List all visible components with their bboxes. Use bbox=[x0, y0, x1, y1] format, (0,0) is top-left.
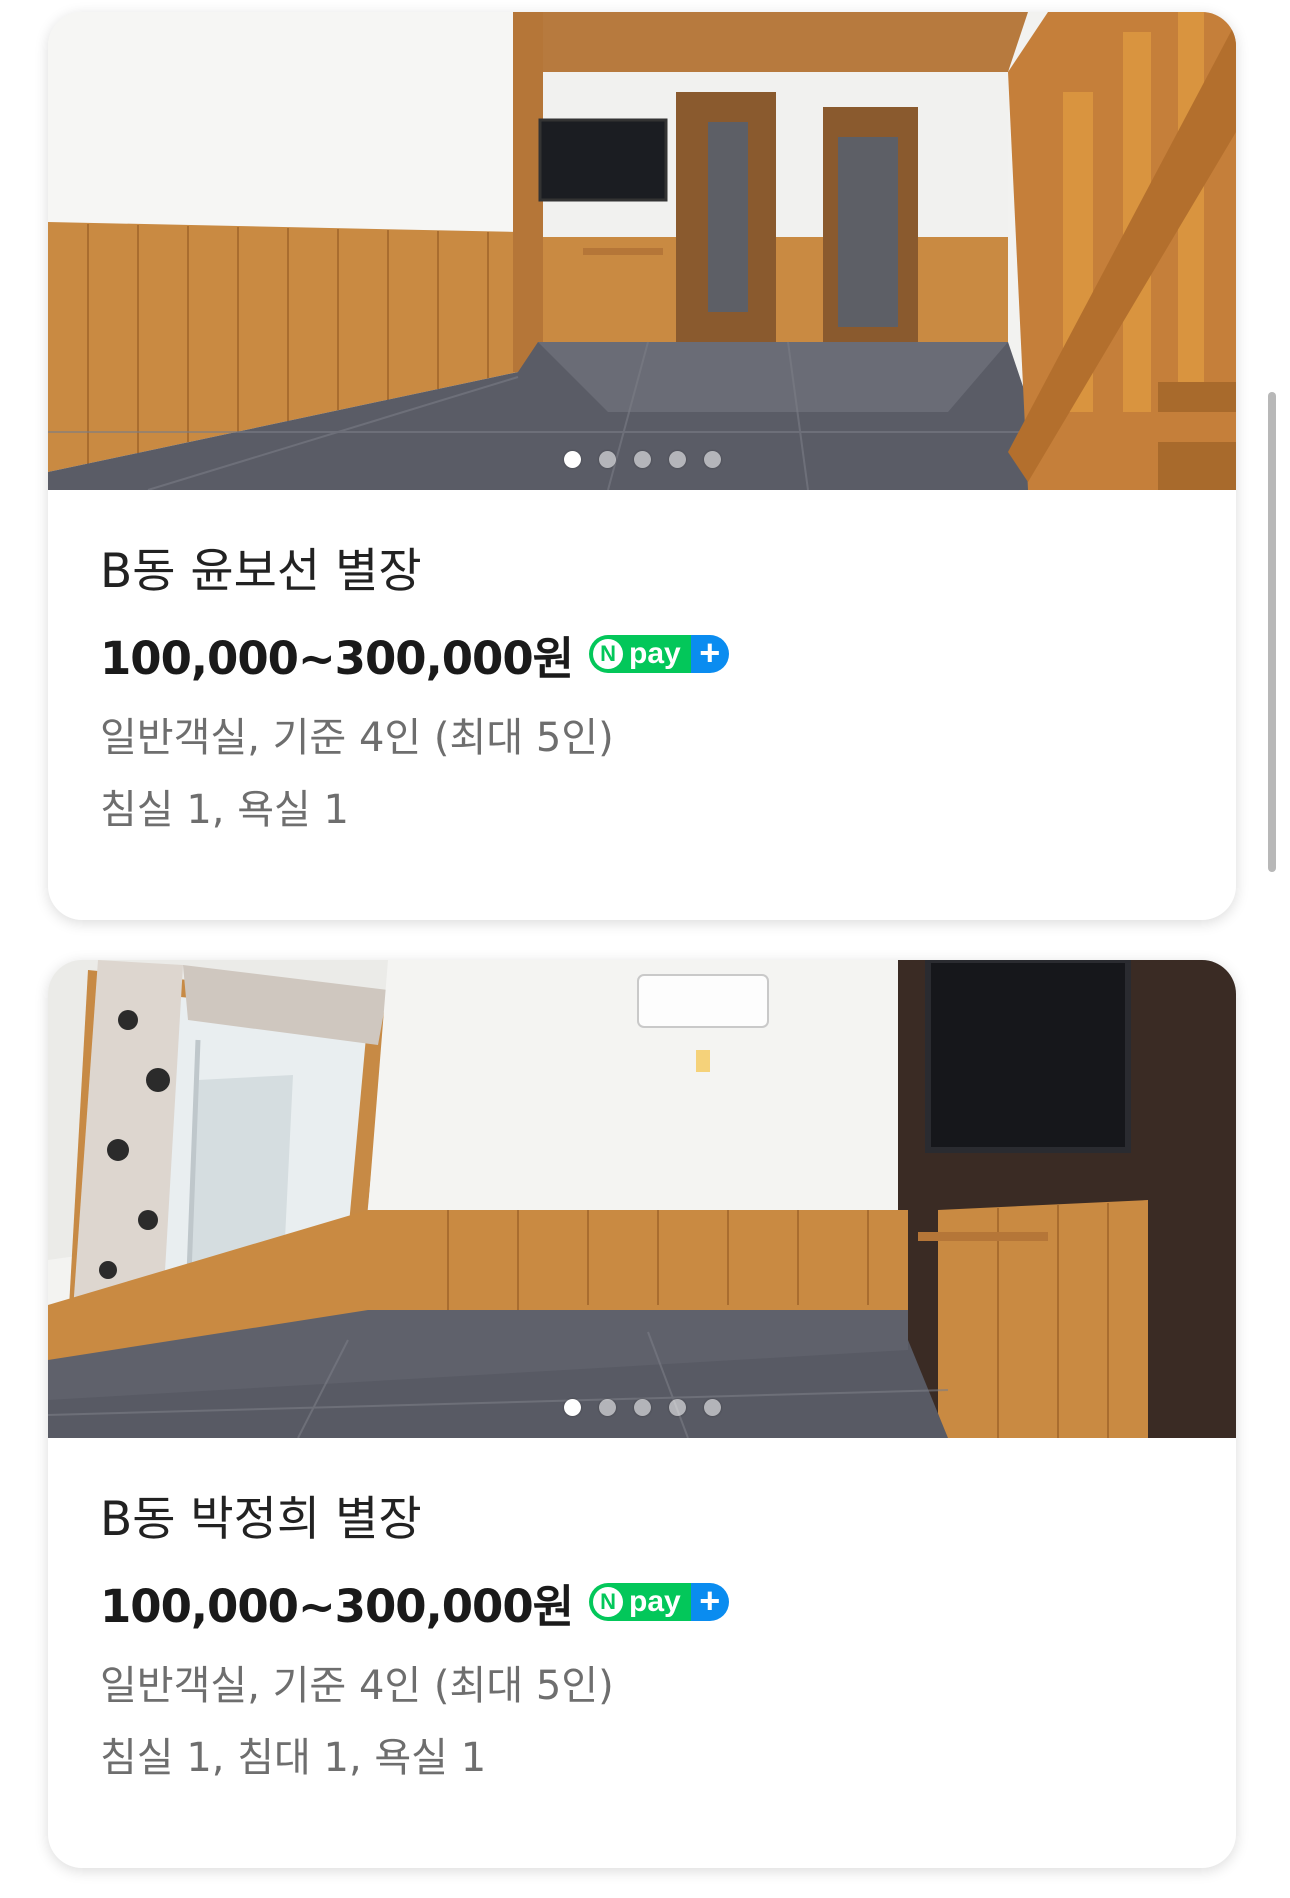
room-price: 100,000~300,000원 bbox=[100, 631, 574, 685]
naver-n-icon: N bbox=[593, 639, 624, 669]
carousel-dot[interactable] bbox=[598, 1399, 616, 1416]
room-info: B동 윤보선 별장 100,000~300,000원 N pay + 일반객실,… bbox=[48, 490, 1236, 836]
npay-label: pay bbox=[629, 637, 681, 670]
room-title[interactable]: B동 박정희 별장 bbox=[100, 1490, 1236, 1550]
npay-badge-body: N pay bbox=[589, 1583, 691, 1621]
room-card[interactable]: B동 윤보선 별장 100,000~300,000원 N pay + 일반객실,… bbox=[48, 12, 1236, 920]
carousel-dot[interactable] bbox=[703, 1399, 721, 1416]
carousel-indicator[interactable] bbox=[48, 451, 1236, 468]
scrollbar[interactable] bbox=[1268, 392, 1276, 872]
carousel-dot[interactable] bbox=[668, 1399, 686, 1416]
carousel-dot[interactable] bbox=[668, 451, 686, 468]
carousel-dot[interactable] bbox=[563, 1399, 581, 1416]
carousel-indicator[interactable] bbox=[48, 1399, 1236, 1416]
price-row: 100,000~300,000원 N pay + bbox=[100, 626, 1236, 685]
room-type-capacity: 일반객실, 기준 4인 (최대 5인) bbox=[100, 1663, 614, 1709]
room-price: 100,000~300,000원 bbox=[100, 1579, 574, 1633]
carousel-dot[interactable] bbox=[563, 451, 581, 468]
room-info: B동 박정희 별장 100,000~300,000원 N pay + 일반객실,… bbox=[48, 1438, 1236, 1784]
price-row: 100,000~300,000원 N pay + bbox=[100, 1574, 1236, 1633]
npay-plus-badge: N pay + bbox=[589, 635, 729, 673]
plus-icon: + bbox=[690, 635, 729, 673]
room-facilities: 침실 1, 침대 1, 욕실 1 bbox=[100, 1735, 487, 1781]
npay-label: pay bbox=[629, 1585, 681, 1618]
carousel-dot[interactable] bbox=[598, 451, 616, 468]
room-photo bbox=[48, 12, 1236, 490]
carousel-dot[interactable] bbox=[633, 451, 651, 468]
room-card[interactable]: B동 박정희 별장 100,000~300,000원 N pay + 일반객실,… bbox=[48, 960, 1236, 1868]
room-photo-carousel[interactable] bbox=[48, 12, 1236, 490]
room-type-capacity: 일반객실, 기준 4인 (최대 5인) bbox=[100, 715, 614, 761]
npay-badge-body: N pay bbox=[589, 635, 691, 673]
room-facilities: 침실 1, 욕실 1 bbox=[100, 787, 349, 833]
naver-n-icon: N bbox=[593, 1587, 624, 1617]
carousel-dot[interactable] bbox=[703, 451, 721, 468]
room-title[interactable]: B동 윤보선 별장 bbox=[100, 542, 1236, 602]
room-photo bbox=[48, 960, 1236, 1438]
plus-icon: + bbox=[690, 1583, 729, 1621]
room-photo-carousel[interactable] bbox=[48, 960, 1236, 1438]
npay-plus-badge: N pay + bbox=[589, 1583, 729, 1621]
carousel-dot[interactable] bbox=[633, 1399, 651, 1416]
